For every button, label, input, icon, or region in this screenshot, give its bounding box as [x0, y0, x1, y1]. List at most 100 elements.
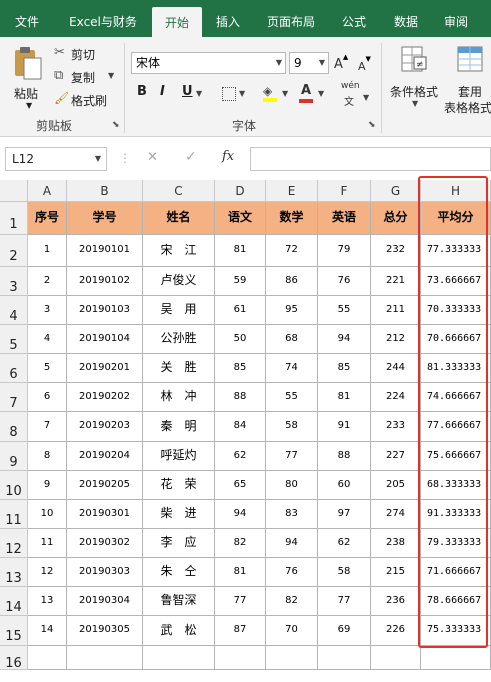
data-cell[interactable]: 244 [371, 354, 421, 383]
data-cell[interactable]: 55 [318, 296, 371, 325]
row-header-12[interactable]: 12 [0, 529, 28, 558]
column-header-h[interactable]: H [421, 180, 491, 202]
empty-cell[interactable] [28, 646, 67, 670]
tab-excel-finance[interactable]: Excel与财务 [62, 0, 144, 37]
data-cell[interactable]: 14 [28, 616, 67, 646]
tab-home[interactable]: 开始 [152, 7, 202, 37]
row-header-13[interactable]: 13 [0, 558, 28, 587]
data-cell[interactable]: 6 [28, 383, 67, 412]
row-header-11[interactable]: 11 [0, 500, 28, 529]
data-cell[interactable]: 55 [266, 383, 318, 412]
data-cell[interactable]: 60 [318, 471, 371, 500]
format-as-table-button[interactable]: 套用 表格格式 [444, 43, 491, 115]
conditional-format-button[interactable]: ≠ 条件格式 ▼ [386, 43, 444, 108]
data-cell[interactable]: 77 [318, 587, 371, 616]
data-cell[interactable]: 68 [266, 325, 318, 354]
row-header-14[interactable]: 14 [0, 587, 28, 616]
row-header-4[interactable]: 4 [0, 296, 28, 325]
data-cell[interactable]: 8 [28, 442, 67, 471]
border-button[interactable]: ▼ [222, 86, 250, 102]
data-cell[interactable]: 20190304 [67, 587, 143, 616]
data-cell[interactable]: 20190205 [67, 471, 143, 500]
copy-button[interactable]: ⧉ 复制 ▼ [54, 68, 116, 86]
data-cell[interactable]: 20190301 [67, 500, 143, 529]
data-cell[interactable]: 13 [28, 587, 67, 616]
tab-formulas[interactable]: 公式 [332, 0, 376, 37]
phonetic-guide-button[interactable]: wén 文 ▼ [341, 81, 371, 109]
data-cell[interactable]: 62 [215, 442, 266, 471]
shrink-font-button[interactable]: A▼ [358, 55, 374, 75]
data-cell[interactable]: 233 [371, 412, 421, 442]
empty-cell[interactable] [318, 646, 371, 670]
underline-button[interactable]: U [182, 84, 193, 99]
data-cell[interactable]: 211 [371, 296, 421, 325]
data-cell[interactable]: 朱 仝 [143, 558, 215, 587]
font-size-select[interactable]: 9 ▼ [289, 52, 329, 74]
data-cell[interactable]: 85 [318, 354, 371, 383]
data-cell[interactable]: 75.666667 [421, 442, 491, 471]
empty-cell[interactable] [421, 646, 491, 670]
data-cell[interactable]: 82 [266, 587, 318, 616]
data-cell[interactable]: 鲁智深 [143, 587, 215, 616]
row-header-7[interactable]: 7 [0, 383, 28, 412]
column-header-d[interactable]: D [215, 180, 266, 202]
data-cell[interactable]: 70 [266, 616, 318, 646]
data-cell[interactable]: 20190201 [67, 354, 143, 383]
paste-button[interactable]: 粘贴 ▼ [8, 43, 48, 110]
data-cell[interactable]: 236 [371, 587, 421, 616]
data-cell[interactable]: 4 [28, 325, 67, 354]
data-cell[interactable]: 215 [371, 558, 421, 587]
data-cell[interactable]: 11 [28, 529, 67, 558]
row-header-9[interactable]: 9 [0, 442, 28, 471]
data-cell[interactable]: 宋 江 [143, 235, 215, 267]
data-cell[interactable]: 关 胜 [143, 354, 215, 383]
data-cell[interactable]: 84 [215, 412, 266, 442]
data-cell[interactable]: 71.666667 [421, 558, 491, 587]
data-cell[interactable]: 226 [371, 616, 421, 646]
select-all-corner[interactable] [0, 180, 28, 202]
row-header-15[interactable]: 15 [0, 616, 28, 646]
header-cell[interactable]: 平均分 [421, 202, 491, 235]
data-cell[interactable]: 2 [28, 267, 67, 296]
data-cell[interactable]: 1 [28, 235, 67, 267]
data-cell[interactable]: 88 [318, 442, 371, 471]
bold-button[interactable]: B [137, 84, 147, 99]
data-cell[interactable]: 3 [28, 296, 67, 325]
data-cell[interactable]: 20190203 [67, 412, 143, 442]
data-cell[interactable]: 91 [318, 412, 371, 442]
column-header-e[interactable]: E [266, 180, 318, 202]
data-cell[interactable]: 79 [318, 235, 371, 267]
data-cell[interactable]: 68.333333 [421, 471, 491, 500]
row-header-16[interactable]: 16 [0, 646, 28, 671]
data-cell[interactable]: 94 [318, 325, 371, 354]
data-cell[interactable]: 62 [318, 529, 371, 558]
data-cell[interactable]: 97 [318, 500, 371, 529]
row-header-1[interactable]: 1 [0, 202, 28, 235]
data-cell[interactable]: 81 [318, 383, 371, 412]
column-header-a[interactable]: A [28, 180, 67, 202]
tab-page-layout[interactable]: 页面布局 [258, 0, 324, 37]
spreadsheet-grid[interactable]: A B C D E F G H 1 2 3 4 5 6 7 8 9 10 11 12 13 14 15 16 序号 学号 姓名 语文数… [0, 180, 491, 671]
cancel-icon[interactable]: ✕ [147, 150, 158, 165]
data-cell[interactable]: 卢俊义 [143, 267, 215, 296]
header-cell[interactable]: 数学 [266, 202, 318, 235]
data-cell[interactable]: 77.333333 [421, 235, 491, 267]
name-box[interactable]: L12 ▼ [5, 147, 107, 171]
data-cell[interactable]: 20190104 [67, 325, 143, 354]
data-cell[interactable]: 10 [28, 500, 67, 529]
data-cell[interactable]: 65 [215, 471, 266, 500]
formula-input[interactable] [250, 147, 491, 171]
data-cell[interactable]: 呼延灼 [143, 442, 215, 471]
data-cell[interactable]: 9 [28, 471, 67, 500]
data-cell[interactable]: 70.333333 [421, 296, 491, 325]
row-header-10[interactable]: 10 [0, 471, 28, 500]
insert-function-icon[interactable]: fx [222, 149, 234, 164]
column-header-f[interactable]: F [318, 180, 371, 202]
data-cell[interactable]: 5 [28, 354, 67, 383]
data-cell[interactable]: 94 [266, 529, 318, 558]
data-cell[interactable]: 81 [215, 235, 266, 267]
data-cell[interactable]: 20190302 [67, 529, 143, 558]
dialog-launcher-icon[interactable]: ⬊ [112, 120, 120, 130]
data-cell[interactable]: 83 [266, 500, 318, 529]
empty-cell[interactable] [143, 646, 215, 670]
